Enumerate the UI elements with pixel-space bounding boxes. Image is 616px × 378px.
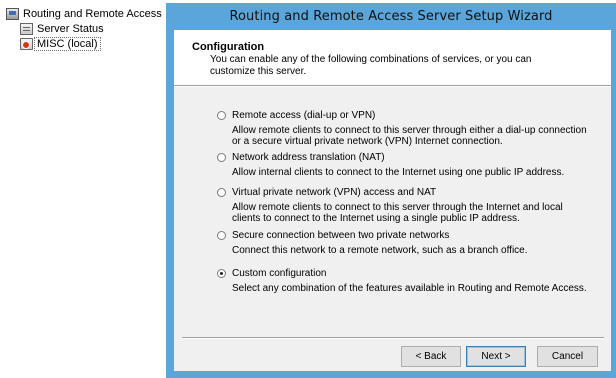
page-title: Configuration [192, 41, 265, 53]
radio-custom-configuration[interactable] [217, 269, 226, 278]
routing-remote-access-icon [6, 8, 19, 20]
option-description: Select any combination of the features a… [232, 283, 587, 294]
button-separator [182, 337, 604, 339]
page-subtitle: You can enable any of the following comb… [210, 54, 532, 77]
tree-item-label: Server Status [37, 23, 104, 35]
wizard-client-area: Configuration You can enable any of the … [174, 30, 611, 371]
tree-item-label: Routing and Remote Access [23, 8, 162, 20]
radio-remote-access[interactable] [217, 111, 226, 120]
tree-item-server-status[interactable]: Server Status [20, 22, 104, 36]
title-bar[interactable]: Routing and Remote Access Server Setup W… [166, 3, 616, 30]
option-label[interactable]: Virtual private network (VPN) access and… [232, 187, 436, 198]
header-divider [174, 86, 611, 87]
tree-item-misc-local[interactable]: MISC (local) [20, 37, 101, 51]
back-button[interactable]: < Back [401, 346, 461, 367]
dialog-title: Routing and Remote Access Server Setup W… [229, 9, 553, 24]
radio-secure-connection[interactable] [217, 231, 226, 240]
tree-item-label: MISC (local) [34, 37, 101, 51]
setup-wizard-dialog: Routing and Remote Access Server Setup W… [166, 3, 616, 378]
option-label[interactable]: Network address translation (NAT) [232, 152, 385, 163]
next-button[interactable]: Next > [466, 346, 526, 367]
option-description: Allow remote clients to connect to this … [232, 202, 563, 224]
cancel-button[interactable]: Cancel [537, 346, 598, 367]
option-description: Allow remote clients to connect to this … [232, 125, 587, 147]
server-status-icon [20, 23, 33, 35]
radio-nat[interactable] [217, 153, 226, 162]
tree-item-routing-remote-access[interactable]: Routing and Remote Access [6, 7, 162, 21]
option-description: Allow internal clients to connect to the… [232, 167, 565, 178]
option-label[interactable]: Remote access (dial-up or VPN) [232, 110, 375, 121]
radio-vpn-and-nat[interactable] [217, 188, 226, 197]
option-label[interactable]: Custom configuration [232, 268, 327, 279]
option-description: Connect this network to a remote network… [232, 245, 528, 256]
wizard-header: Configuration You can enable any of the … [174, 30, 611, 86]
server-icon [20, 38, 33, 50]
option-label[interactable]: Secure connection between two private ne… [232, 230, 449, 241]
console-tree: Routing and Remote Access Server Status … [0, 0, 162, 378]
